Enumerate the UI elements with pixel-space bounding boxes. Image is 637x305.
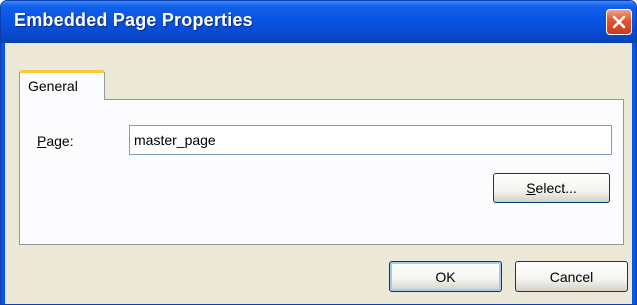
select-button[interactable]: Select... xyxy=(493,173,610,203)
page-label-text: age: xyxy=(46,133,74,149)
page-label: Page: xyxy=(37,133,74,149)
tab-general[interactable]: General xyxy=(19,70,105,100)
window-frame-left xyxy=(1,43,5,304)
cancel-button[interactable]: Cancel xyxy=(515,261,628,292)
dialog-window: Embedded Page Properties General Page: S… xyxy=(0,0,637,305)
close-button[interactable] xyxy=(606,9,632,35)
window-title: Embedded Page Properties xyxy=(14,10,253,30)
select-button-mnemonic: S xyxy=(526,180,536,196)
window-frame-right xyxy=(632,43,636,304)
close-icon xyxy=(612,15,626,29)
title-bar[interactable]: Embedded Page Properties xyxy=(1,1,636,43)
ok-button[interactable]: OK xyxy=(389,261,502,292)
page-label-mnemonic: P xyxy=(37,133,47,149)
tab-panel-general xyxy=(19,99,624,245)
tab-general-label: General xyxy=(28,78,78,94)
select-button-label: elect... xyxy=(535,180,577,196)
page-input[interactable] xyxy=(129,125,612,155)
